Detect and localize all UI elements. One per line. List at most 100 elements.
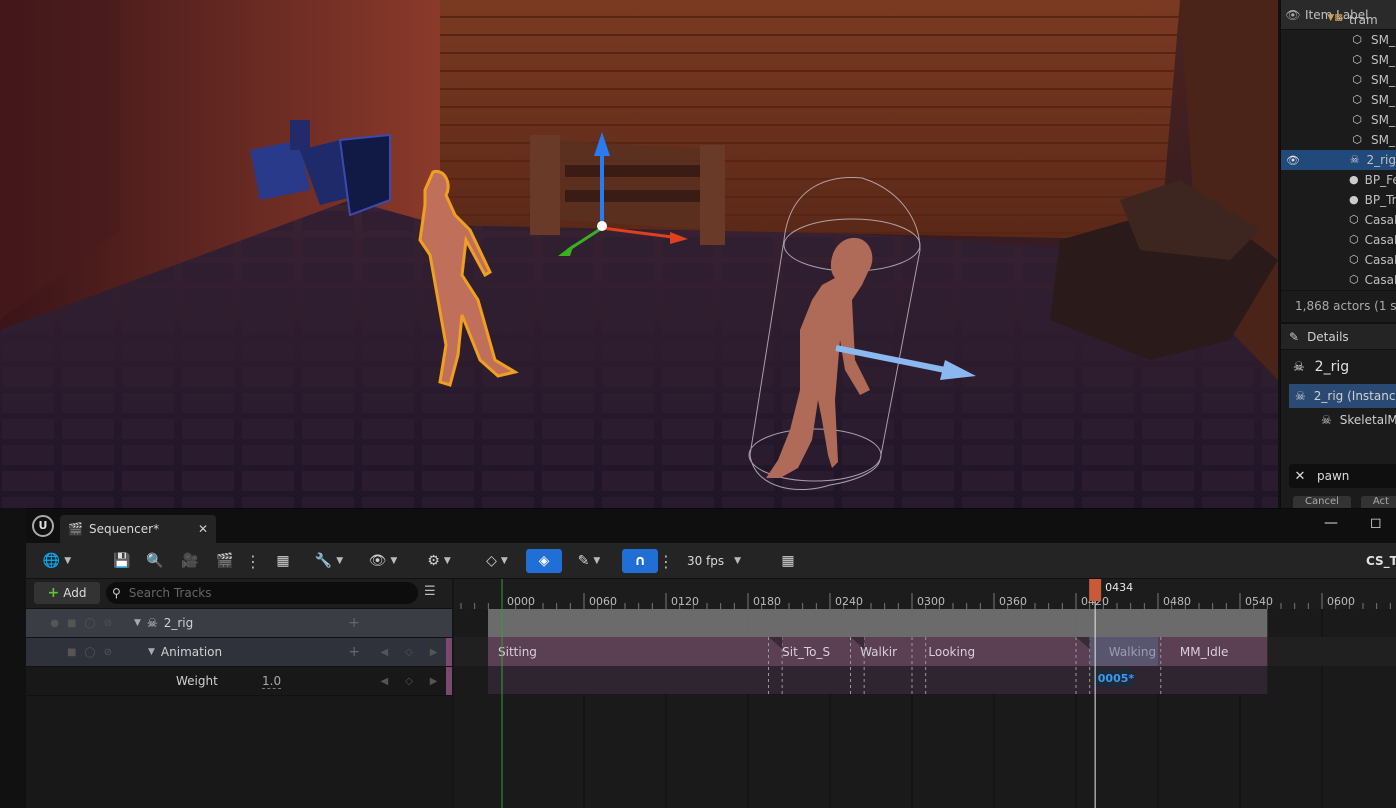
visibility-icon[interactable]: 👁 [1285, 154, 1301, 167]
weight-value-field[interactable]: 1.0 [262, 674, 282, 689]
prev-key-icon[interactable]: ◀ [380, 676, 388, 687]
pin-icon[interactable]: ● [50, 618, 59, 629]
weight-row-bar[interactable] [488, 666, 1268, 694]
auto-key-button[interactable]: ◈ [526, 549, 562, 573]
animation-section-label[interactable]: Looking [928, 645, 975, 659]
track-color-stripe [446, 667, 452, 695]
playhead-handle[interactable] [1089, 579, 1102, 601]
selected-section-highlight[interactable] [1089, 637, 1158, 666]
world-outliner: 👁 Item Label ▼▩ tram ⬡ SM_ ⬡ SM_ ⬡ SM_ ⬡ SM_ ⬡ SM… [1280, 0, 1396, 322]
details-search-input[interactable]: pawn [1311, 469, 1349, 483]
outliner-folder[interactable]: ▼▩ tram [1281, 10, 1396, 30]
timeline-area[interactable]: 0000 0060 0120 0180 0240 0300 0360 0420 0480 0540… [454, 579, 1396, 808]
outliner-row[interactable]: ⬡ SM_ [1281, 110, 1396, 130]
lock-icon[interactable]: ■ [67, 647, 76, 658]
track-controls: ■ ◯ ⊘ [26, 638, 122, 666]
lock-icon[interactable]: ■ [67, 618, 76, 629]
clapperboard-icon: 🎬 [68, 522, 83, 536]
playback-options-button[interactable]: ⚙ ▼ [420, 549, 458, 573]
curve-grid-icon: ▦ [781, 553, 795, 569]
details-tab[interactable]: ✎ Details [1281, 324, 1396, 350]
add-subtrack-icon[interactable]: + [348, 615, 360, 631]
outliner-row[interactable]: ⬡ SM_ [1281, 70, 1396, 90]
solo-icon[interactable]: ◯ [84, 647, 95, 658]
solo-icon[interactable]: ◯ [84, 618, 95, 629]
component-row-skeletal[interactable]: ☠ SkeletalM [1281, 408, 1396, 432]
camera-button[interactable]: 🎥 [178, 549, 202, 573]
animation-section-label[interactable]: Sit_To_S [782, 645, 830, 659]
outliner-row[interactable]: ⬡ CasaE [1281, 250, 1396, 270]
static-mesh-icon: ⬡ [1349, 213, 1359, 226]
expand-icon[interactable]: ▼ [148, 647, 155, 657]
tick-label: 0360 [999, 595, 1027, 608]
tick-label: 0000 [507, 595, 535, 608]
track-row-animation[interactable]: ■ ◯ ⊘ ▼ Animation + ◀ ◇ ▶ [26, 638, 452, 667]
render-movie-button[interactable]: 🎬 [214, 549, 236, 573]
animation-section-label[interactable]: Walkir [860, 645, 897, 659]
add-section-icon[interactable]: + [348, 644, 360, 660]
next-key-icon[interactable]: ▶ [430, 647, 438, 658]
view-options-button[interactable]: 👁 ▼ [364, 549, 402, 573]
outliner-row[interactable]: ⬡ SM_ [1281, 90, 1396, 110]
cancel-button[interactable]: Cancel [1293, 496, 1351, 508]
actions-button[interactable]: ▦ [272, 549, 294, 573]
rig-track-range[interactable] [488, 609, 1268, 637]
search-tracks-input[interactable]: ⚲ Search Tracks [106, 582, 418, 604]
component-label: 2_rig (Instance [1313, 389, 1396, 403]
key-options-button[interactable]: ◇ ▼ [478, 549, 516, 573]
clear-search-icon[interactable]: ✕ [1289, 469, 1311, 484]
details-buttons: Cancel Act [1293, 496, 1396, 508]
animation-section-label[interactable]: Sitting [498, 645, 537, 659]
chevron-down-icon: ▼ [64, 556, 72, 566]
save-button[interactable]: 💾 [112, 549, 132, 573]
track-row-rig[interactable]: ● ■ ◯ ⊘ ▼ ☠ 2_rig + [26, 609, 452, 638]
actor-name-row[interactable]: ☠ 2_rig [1281, 350, 1396, 384]
sequencer-toolbar: 🌐 ▼ 💾 🔍 🎥 🎬 ⋮ ▦ 🔧 ▼ 👁 ▼ ⚙ ▼ ◇ ▼ ◈ ✎ ▼ ∩ ⋮ 30 f… [26, 543, 1396, 579]
more-options-button[interactable]: ⋮ [245, 549, 261, 573]
mute-icon[interactable]: ⊘ [104, 647, 112, 658]
track-label: 2_rig [163, 616, 194, 630]
level-viewport[interactable] [0, 0, 1278, 508]
edit-mode-button[interactable]: ✎ ▼ [570, 549, 608, 573]
expand-icon[interactable]: ▼ [134, 618, 141, 628]
outliner-row[interactable]: ⬡ CasaE [1281, 270, 1396, 290]
playhead-label: 0434 [1105, 581, 1133, 594]
tab-sequencer[interactable]: 🎬 Sequencer* ✕ [60, 515, 216, 543]
world-menu-button[interactable]: 🌐 ▼ [38, 549, 76, 573]
action-button[interactable]: Act [1360, 496, 1396, 508]
add-track-button[interactable]: + Add [34, 582, 100, 604]
add-key-icon[interactable]: ◇ [405, 647, 413, 658]
mute-icon[interactable]: ⊘ [104, 618, 112, 629]
outliner-row[interactable]: ⬡ CasaE [1281, 210, 1396, 230]
outliner-row[interactable]: ⬡ SM_ [1281, 50, 1396, 70]
animation-section-label[interactable]: MM_Idle [1180, 645, 1229, 659]
outliner-row[interactable]: ● BP_Fe [1281, 170, 1396, 190]
close-tab-icon[interactable]: ✕ [198, 522, 208, 536]
tools-menu-button[interactable]: 🔧 ▼ [310, 549, 348, 573]
outliner-row[interactable]: ⬡ SM_ [1281, 30, 1396, 50]
track-controls: ● ■ ◯ ⊘ [26, 609, 122, 637]
track-tree: + Add ⚲ Search Tracks ☰ ● ■ ◯ ⊘ ▼ ☠ 2_ri… [26, 579, 452, 808]
outliner-row[interactable]: 👁 ☠ 2_rig [1281, 150, 1396, 170]
curve-editor-button[interactable]: ▦ [776, 549, 800, 573]
add-key-icon[interactable]: ◇ [405, 676, 413, 687]
prev-key-icon[interactable]: ◀ [380, 647, 388, 658]
maximize-button[interactable]: ◻ [1370, 515, 1382, 531]
snap-button[interactable]: ∩ [622, 549, 658, 573]
skeleton-icon: ☠ [1321, 413, 1332, 427]
outliner-row[interactable]: ● BP_Tr [1281, 190, 1396, 210]
framerate-dropdown[interactable]: 30 fps ▼ [682, 549, 746, 573]
sequencer-tab-label: Sequencer* [88, 522, 160, 536]
details-search[interactable]: ✕ pawn [1289, 464, 1396, 488]
unreal-logo-icon: U [32, 515, 54, 537]
outliner-row[interactable]: ⬡ SM_ [1281, 130, 1396, 150]
track-row-weight[interactable]: Weight 1.0 ◀ ◇ ▶ [26, 667, 452, 696]
minimize-button[interactable]: — [1324, 515, 1338, 531]
outliner-row[interactable]: ⬡ CasaE [1281, 230, 1396, 250]
component-row-instance[interactable]: ☠ 2_rig (Instance [1289, 384, 1396, 408]
next-key-icon[interactable]: ▶ [430, 676, 438, 687]
snap-options-button[interactable]: ⋮ [658, 549, 674, 573]
browse-button[interactable]: 🔍 [144, 549, 166, 573]
filter-icon[interactable]: ☰ [424, 584, 436, 599]
chevron-down-icon: ▼ [734, 556, 742, 566]
